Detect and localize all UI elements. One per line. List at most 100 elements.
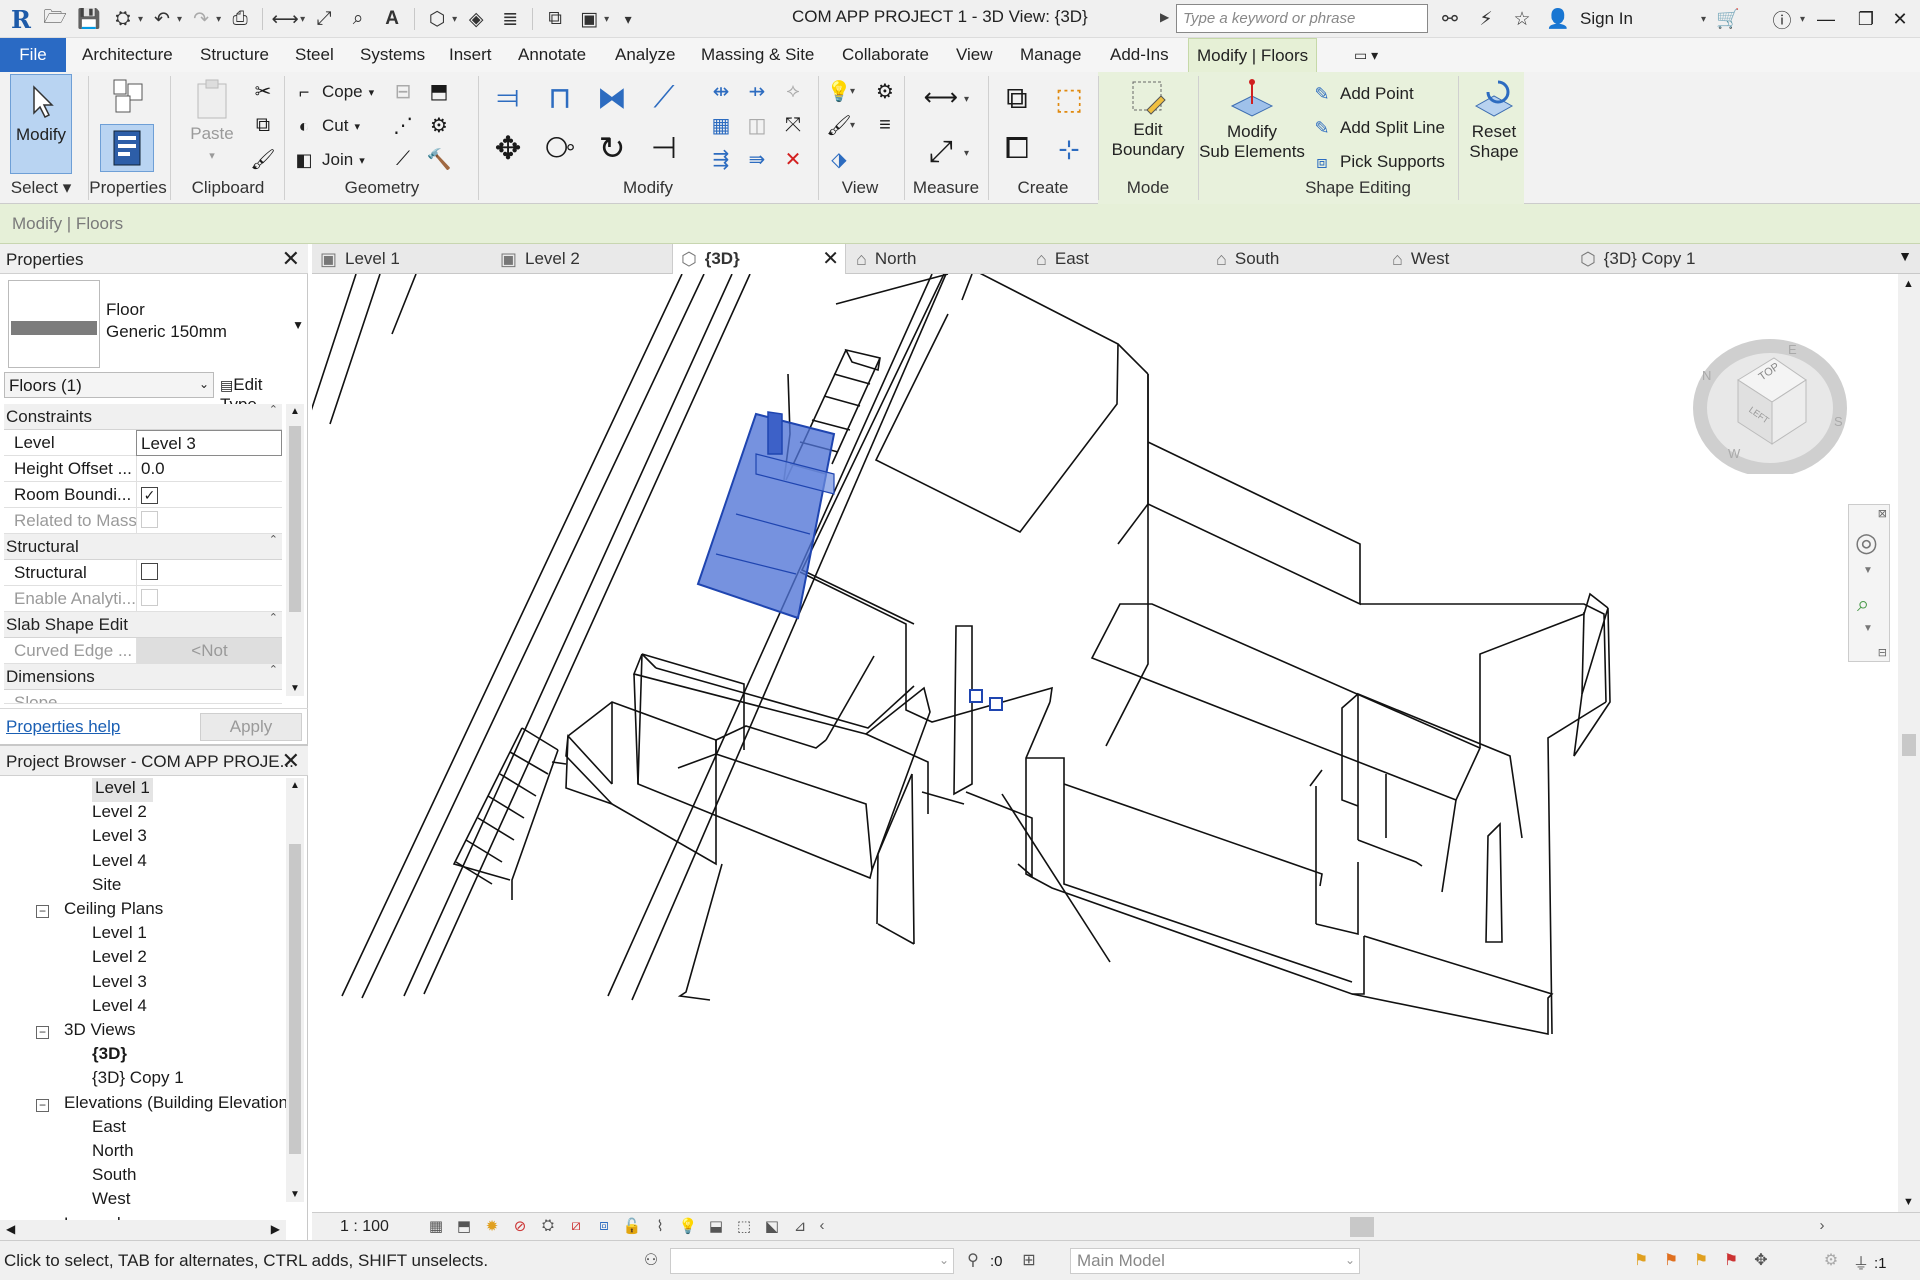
tree-toggle-icon[interactable]: − (36, 905, 49, 918)
type-properties-button[interactable] (98, 76, 158, 122)
scroll-thumb[interactable] (289, 844, 301, 1154)
browser-tree-item[interactable]: Site (92, 875, 121, 899)
structural-checkbox[interactable] (141, 563, 158, 580)
zoom-dropdown-icon[interactable]: ▼ (1863, 623, 1873, 634)
browser-horizontal-scrollbar[interactable]: ◀ ▶ (0, 1220, 286, 1240)
reveal-constraints-icon[interactable]: ⊿ (790, 1217, 810, 1237)
rotate-icon[interactable]: ↻ (592, 128, 632, 168)
tab-overflow-dropdown-icon[interactable]: ▼ (1898, 248, 1912, 264)
tab-modify-floors[interactable]: Modify | Floors (1188, 38, 1318, 72)
sync-icon[interactable]: ⛭ (108, 4, 138, 34)
browser-tree-item[interactable]: Level 1 (92, 923, 147, 947)
browser-tree-item[interactable]: Level 2 (92, 802, 147, 826)
copy-icon[interactable]: ⧉ (250, 112, 276, 138)
close-hidden-windows-icon[interactable]: ⧉ (540, 4, 570, 34)
select-underlay-icon[interactable]: ⚑ (1660, 1250, 1682, 1272)
scale-icon[interactable]: ◫ (744, 112, 770, 138)
measure-between-icon[interactable]: ⟷ (916, 84, 966, 111)
scroll-up-icon[interactable]: ▲ (290, 406, 300, 417)
shape-handle[interactable] (969, 689, 983, 703)
switch-windows-icon[interactable]: ▣ (574, 4, 604, 34)
type-selector[interactable]: Floor Generic 150mm ▼ (6, 278, 304, 370)
navbar-options-icon[interactable]: ⊟ (1878, 646, 1887, 659)
browser-tree-item[interactable]: Level 3 (92, 972, 147, 996)
tab-analyze[interactable]: Analyze (607, 38, 683, 72)
default-3d-view-icon[interactable]: ⬡ (422, 4, 452, 34)
apply-button[interactable]: Apply (200, 713, 302, 741)
wall-joins-icon[interactable]: ⊟ (390, 78, 416, 104)
level-value-field[interactable]: Level 3 (136, 430, 282, 456)
edit-boundary-button[interactable]: Edit Boundary (1106, 76, 1190, 176)
drag-on-selection-icon[interactable]: ✥ (1750, 1250, 1772, 1272)
tab-view[interactable]: View (948, 38, 1001, 72)
copy-element-icon[interactable]: ⧂ (540, 128, 580, 168)
shape-handle[interactable] (989, 697, 1003, 711)
compass-n-label[interactable]: N (1702, 368, 1711, 383)
view-tab-3d[interactable]: ⬡ {3D} ✕ (672, 244, 846, 274)
cut-geometry-button[interactable]: ◐ Cut ▾ (292, 112, 360, 140)
aligned-dimension-tool-icon[interactable]: ⤢ (916, 132, 966, 172)
properties-button[interactable] (100, 124, 154, 172)
split-face-icon[interactable]: ⬒ (426, 78, 452, 104)
canvas-horizontal-scroll-thumb[interactable] (1350, 1217, 1374, 1237)
sign-in-dropdown-icon[interactable]: ▾ (1701, 14, 1706, 25)
tab-manage[interactable]: Manage (1012, 38, 1089, 72)
measure-icon[interactable]: ⟷ (270, 4, 300, 34)
view-scale[interactable]: 1 : 100 (340, 1218, 389, 1236)
browser-tree-item[interactable]: Level 4 (92, 996, 147, 1020)
browser-close-icon[interactable]: ✕ (282, 748, 300, 774)
create-similar-icon[interactable]: ⊹ (1048, 128, 1090, 170)
pin-icon[interactable]: ⟡ (780, 78, 806, 104)
search-expand-icon[interactable]: ▶ (1160, 10, 1169, 24)
autodesk-app-store-icon[interactable]: 🛒 (1714, 5, 1742, 33)
browser-tree-item[interactable]: South (92, 1165, 136, 1189)
wheel-dropdown-icon[interactable]: ▼ (1863, 565, 1873, 576)
render-icon[interactable]: ⛭ (538, 1217, 558, 1237)
close-button[interactable]: ✕ (1880, 4, 1920, 34)
view-tab-level-2[interactable]: ▣ Level 2 (492, 244, 670, 274)
scroll-down-icon[interactable]: ▼ (1903, 1196, 1914, 1208)
show-crop-region-icon[interactable]: ⧈ (594, 1217, 614, 1237)
view-tab-north[interactable]: ⌂ North (848, 244, 1026, 274)
open-icon[interactable]: 🗁 (40, 4, 70, 34)
minimize-button[interactable]: — (1806, 4, 1846, 34)
tag-icon[interactable]: ⌕ (343, 4, 373, 34)
selection-box-icon[interactable]: ⬗ (826, 146, 852, 172)
collapse-icon[interactable]: ⌃ (269, 403, 278, 416)
sun-path-icon[interactable]: ✹ (482, 1217, 502, 1237)
create-assembly-icon[interactable]: ⧉ (996, 78, 1038, 120)
tab-systems[interactable]: Systems (352, 38, 433, 72)
model-drawing[interactable] (312, 274, 1898, 1212)
lock-3d-view-icon[interactable]: 🔓 (622, 1217, 642, 1237)
compass-s-label[interactable]: S (1834, 414, 1843, 429)
properties-help-link[interactable]: Properties help (6, 717, 120, 737)
tab-insert[interactable]: Insert (441, 38, 500, 72)
add-split-line-button[interactable]: ✎ Add Split Line (1310, 114, 1444, 142)
close-navbar-icon[interactable]: ⊠ (1878, 507, 1887, 520)
view-tab-level-1[interactable]: ▣ Level 1 (312, 244, 490, 274)
split-gap-icon[interactable]: ⇸ (744, 78, 770, 104)
compass-e-label[interactable]: E (1788, 342, 1797, 357)
3d-view-canvas[interactable]: TOP LEFT N E S W ⊠ ◎ ▼ ⌕ ▼ ⊟ (312, 274, 1898, 1212)
browser-tree-item[interactable]: 3D Views (64, 1020, 136, 1044)
pick-supports-button[interactable]: ⧈ Pick Supports (1310, 148, 1445, 176)
tree-toggle-icon[interactable]: − (36, 1098, 49, 1112)
ribbon-minimize-icon[interactable]: ▭ ▾ (1346, 38, 1386, 72)
thin-lines-icon[interactable]: ≣ (495, 4, 525, 34)
undo-icon[interactable]: ↶ (147, 4, 177, 34)
design-options-icon[interactable]: ⊞ (1018, 1250, 1040, 1272)
browser-tree-item[interactable]: {3D} Copy 1 (92, 1068, 184, 1092)
scroll-left-icon[interactable]: ‹ (812, 1217, 832, 1237)
paste-button[interactable]: Paste ▾ (180, 78, 244, 174)
scroll-right-icon[interactable]: › (1812, 1217, 1832, 1237)
browser-tree-item[interactable]: East (92, 1117, 126, 1141)
browser-tree-item[interactable]: {3D} (92, 1044, 127, 1068)
properties-scrollbar[interactable]: ▲ ▼ (286, 404, 304, 696)
user-icon[interactable]: 👤 (1544, 5, 1572, 33)
binoculars-icon[interactable]: ⚯ (1436, 5, 1464, 33)
create-parts-icon[interactable]: ⬚ (1048, 78, 1090, 120)
collapse-icon[interactable]: ⌃ (269, 533, 278, 546)
modify-sub-elements-button[interactable]: Modify Sub Elements (1196, 76, 1308, 176)
beam-join-icon[interactable]: ⟋ (390, 146, 416, 172)
scroll-down-icon[interactable]: ▼ (290, 1189, 300, 1200)
